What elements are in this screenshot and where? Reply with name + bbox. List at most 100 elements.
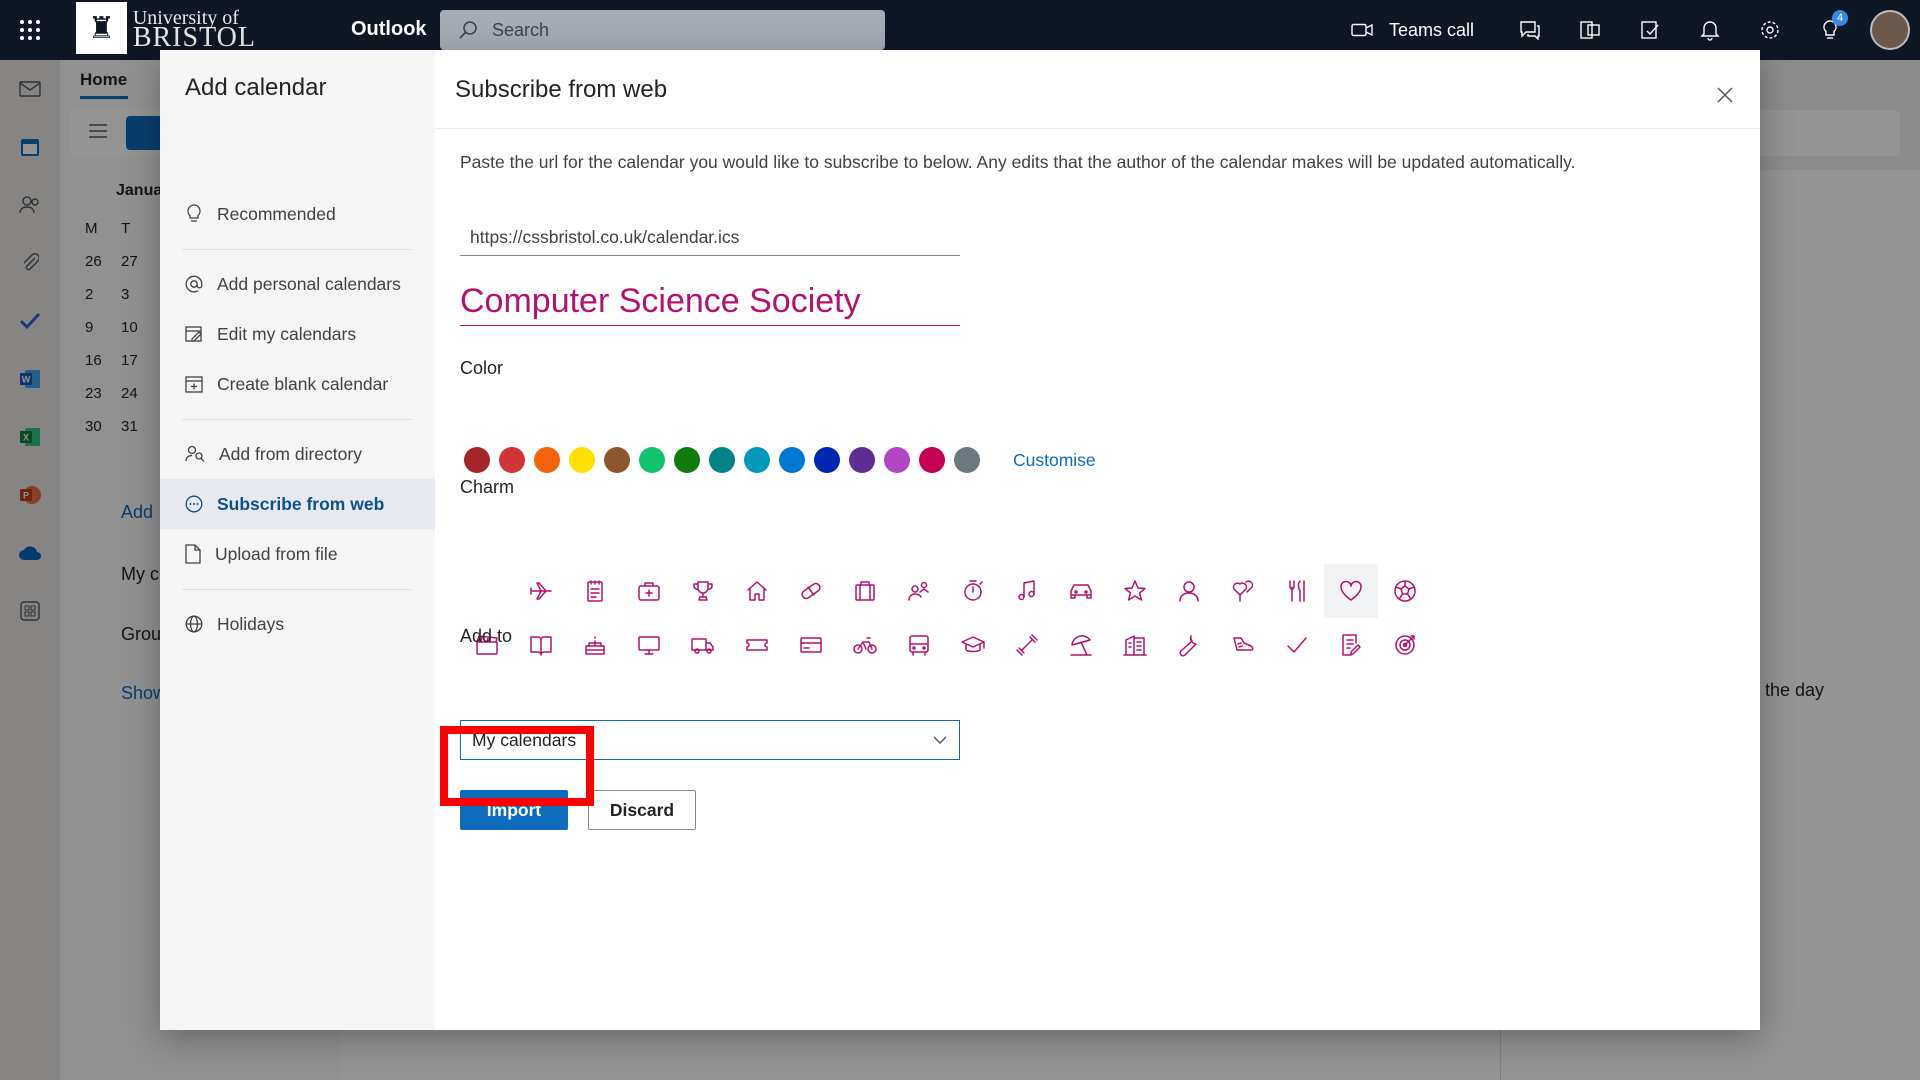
color-swatch[interactable] (849, 447, 875, 473)
cake-icon[interactable] (568, 618, 622, 672)
nav-label: Upload from file (215, 543, 338, 564)
car-icon[interactable] (1054, 564, 1108, 618)
pill-icon[interactable] (784, 564, 838, 618)
bus-icon[interactable] (892, 618, 946, 672)
airplane-icon[interactable] (514, 564, 568, 618)
running-shoe-icon[interactable] (1216, 618, 1270, 672)
people-search-icon (185, 445, 205, 462)
app-name[interactable]: Outlook (351, 18, 427, 41)
app-launcher-icon[interactable] (0, 0, 60, 60)
checkmark-icon[interactable] (1270, 618, 1324, 672)
graduation-cap-icon[interactable] (946, 618, 1000, 672)
calendar-name-input[interactable] (460, 278, 960, 326)
briefcase-icon[interactable] (838, 564, 892, 618)
nav-label: Holidays (217, 613, 285, 634)
balloon-icon[interactable] (1216, 564, 1270, 618)
video-camera-icon (1351, 23, 1373, 37)
nav-create-blank[interactable]: Create blank calendar (160, 359, 435, 409)
color-swatch[interactable] (534, 447, 560, 473)
bicycle-icon[interactable] (838, 618, 892, 672)
search-icon (459, 21, 477, 39)
search-placeholder: Search (492, 19, 550, 40)
nav-add-personal[interactable]: Add personal calendars (160, 259, 435, 309)
dialog-nav: Add calendar Recommended Add personal ca… (160, 50, 435, 1030)
nav-edit-calendars[interactable]: Edit my calendars (160, 309, 435, 359)
avatar[interactable] (1870, 10, 1910, 50)
more-circle-icon (185, 495, 203, 513)
crest-icon: ♜ (76, 2, 127, 54)
credit-card-icon[interactable] (784, 618, 838, 672)
beach-icon[interactable] (1054, 618, 1108, 672)
color-swatch[interactable] (814, 447, 840, 473)
logo-line2: BRISTOL (132, 22, 256, 53)
wrench-icon[interactable] (1162, 618, 1216, 672)
nav-add-directory[interactable]: Add from directory (160, 429, 435, 479)
at-icon (185, 275, 203, 293)
color-swatch[interactable] (569, 447, 595, 473)
nav-label: Recommended (217, 203, 336, 224)
nav-label: Add personal calendars (217, 273, 401, 294)
home-icon[interactable] (730, 564, 784, 618)
color-swatch[interactable] (499, 447, 525, 473)
add-to-label: Add to (460, 626, 513, 646)
university-logo[interactable]: ♜ University of BRISTOL (76, 0, 256, 56)
document-icon (185, 544, 201, 564)
lightbulb-tips-icon[interactable]: 4 (1800, 0, 1860, 60)
medical-bag-icon[interactable] (622, 564, 676, 618)
book-icon[interactable] (514, 618, 568, 672)
notepad-icon[interactable] (568, 564, 622, 618)
people-icon[interactable] (892, 564, 946, 618)
building-icon[interactable] (1108, 618, 1162, 672)
timer-icon[interactable] (946, 564, 1000, 618)
nav-label: Create blank calendar (217, 373, 389, 394)
calendar-add-icon (185, 376, 203, 393)
color-swatch[interactable] (709, 447, 735, 473)
color-swatches: Customise (464, 447, 1096, 473)
trophy-icon[interactable] (676, 564, 730, 618)
discard-button[interactable]: Discard (588, 790, 696, 830)
edit-calendar-icon (185, 326, 202, 342)
color-swatch[interactable] (639, 447, 665, 473)
nav-divider (182, 589, 412, 590)
close-icon[interactable] (1710, 80, 1740, 110)
star-icon[interactable] (1108, 564, 1162, 618)
color-swatch[interactable] (919, 447, 945, 473)
globe-icon (185, 615, 203, 633)
color-label: Color (460, 358, 504, 378)
color-swatch[interactable] (744, 447, 770, 473)
nav-label: Subscribe from web (217, 493, 385, 514)
lightbulb-icon (187, 204, 201, 222)
target-icon[interactable] (1378, 618, 1432, 672)
heart-icon[interactable] (1324, 564, 1378, 618)
color-swatch[interactable] (954, 447, 980, 473)
notification-badge: 4 (1832, 10, 1848, 26)
nav-holidays[interactable]: Holidays (160, 599, 435, 649)
annotation-highlight-box (440, 726, 594, 806)
nav-upload-file[interactable]: Upload from file (160, 529, 435, 579)
dumbbell-icon[interactable] (1000, 618, 1054, 672)
teams-call-button[interactable]: Teams call (1351, 20, 1474, 41)
color-swatch[interactable] (779, 447, 805, 473)
nav-subscribe-web[interactable]: Subscribe from web (160, 479, 435, 529)
nav-recommended[interactable]: Recommended (160, 189, 435, 239)
search-box[interactable]: Search (440, 10, 885, 50)
customise-link[interactable]: Customise (1013, 450, 1096, 471)
music-note-icon[interactable] (1000, 564, 1054, 618)
chevron-down-icon (933, 736, 947, 744)
ticket-icon[interactable] (730, 618, 784, 672)
nav-label: Edit my calendars (217, 323, 357, 344)
charm-label: Charm (460, 477, 515, 497)
subscribe-description: Paste the url for the calendar you would… (460, 152, 1576, 172)
color-swatch[interactable] (464, 447, 490, 473)
soccer-ball-icon[interactable] (1378, 564, 1432, 618)
pane-divider (435, 128, 1760, 129)
color-swatch[interactable] (674, 447, 700, 473)
truck-icon[interactable] (676, 618, 730, 672)
color-swatch[interactable] (604, 447, 630, 473)
color-swatch[interactable] (884, 447, 910, 473)
monitor-icon[interactable] (622, 618, 676, 672)
person-icon[interactable] (1162, 564, 1216, 618)
task-list-icon[interactable] (1324, 618, 1378, 672)
calendar-url-input[interactable] (460, 220, 960, 256)
cutlery-icon[interactable] (1270, 564, 1324, 618)
